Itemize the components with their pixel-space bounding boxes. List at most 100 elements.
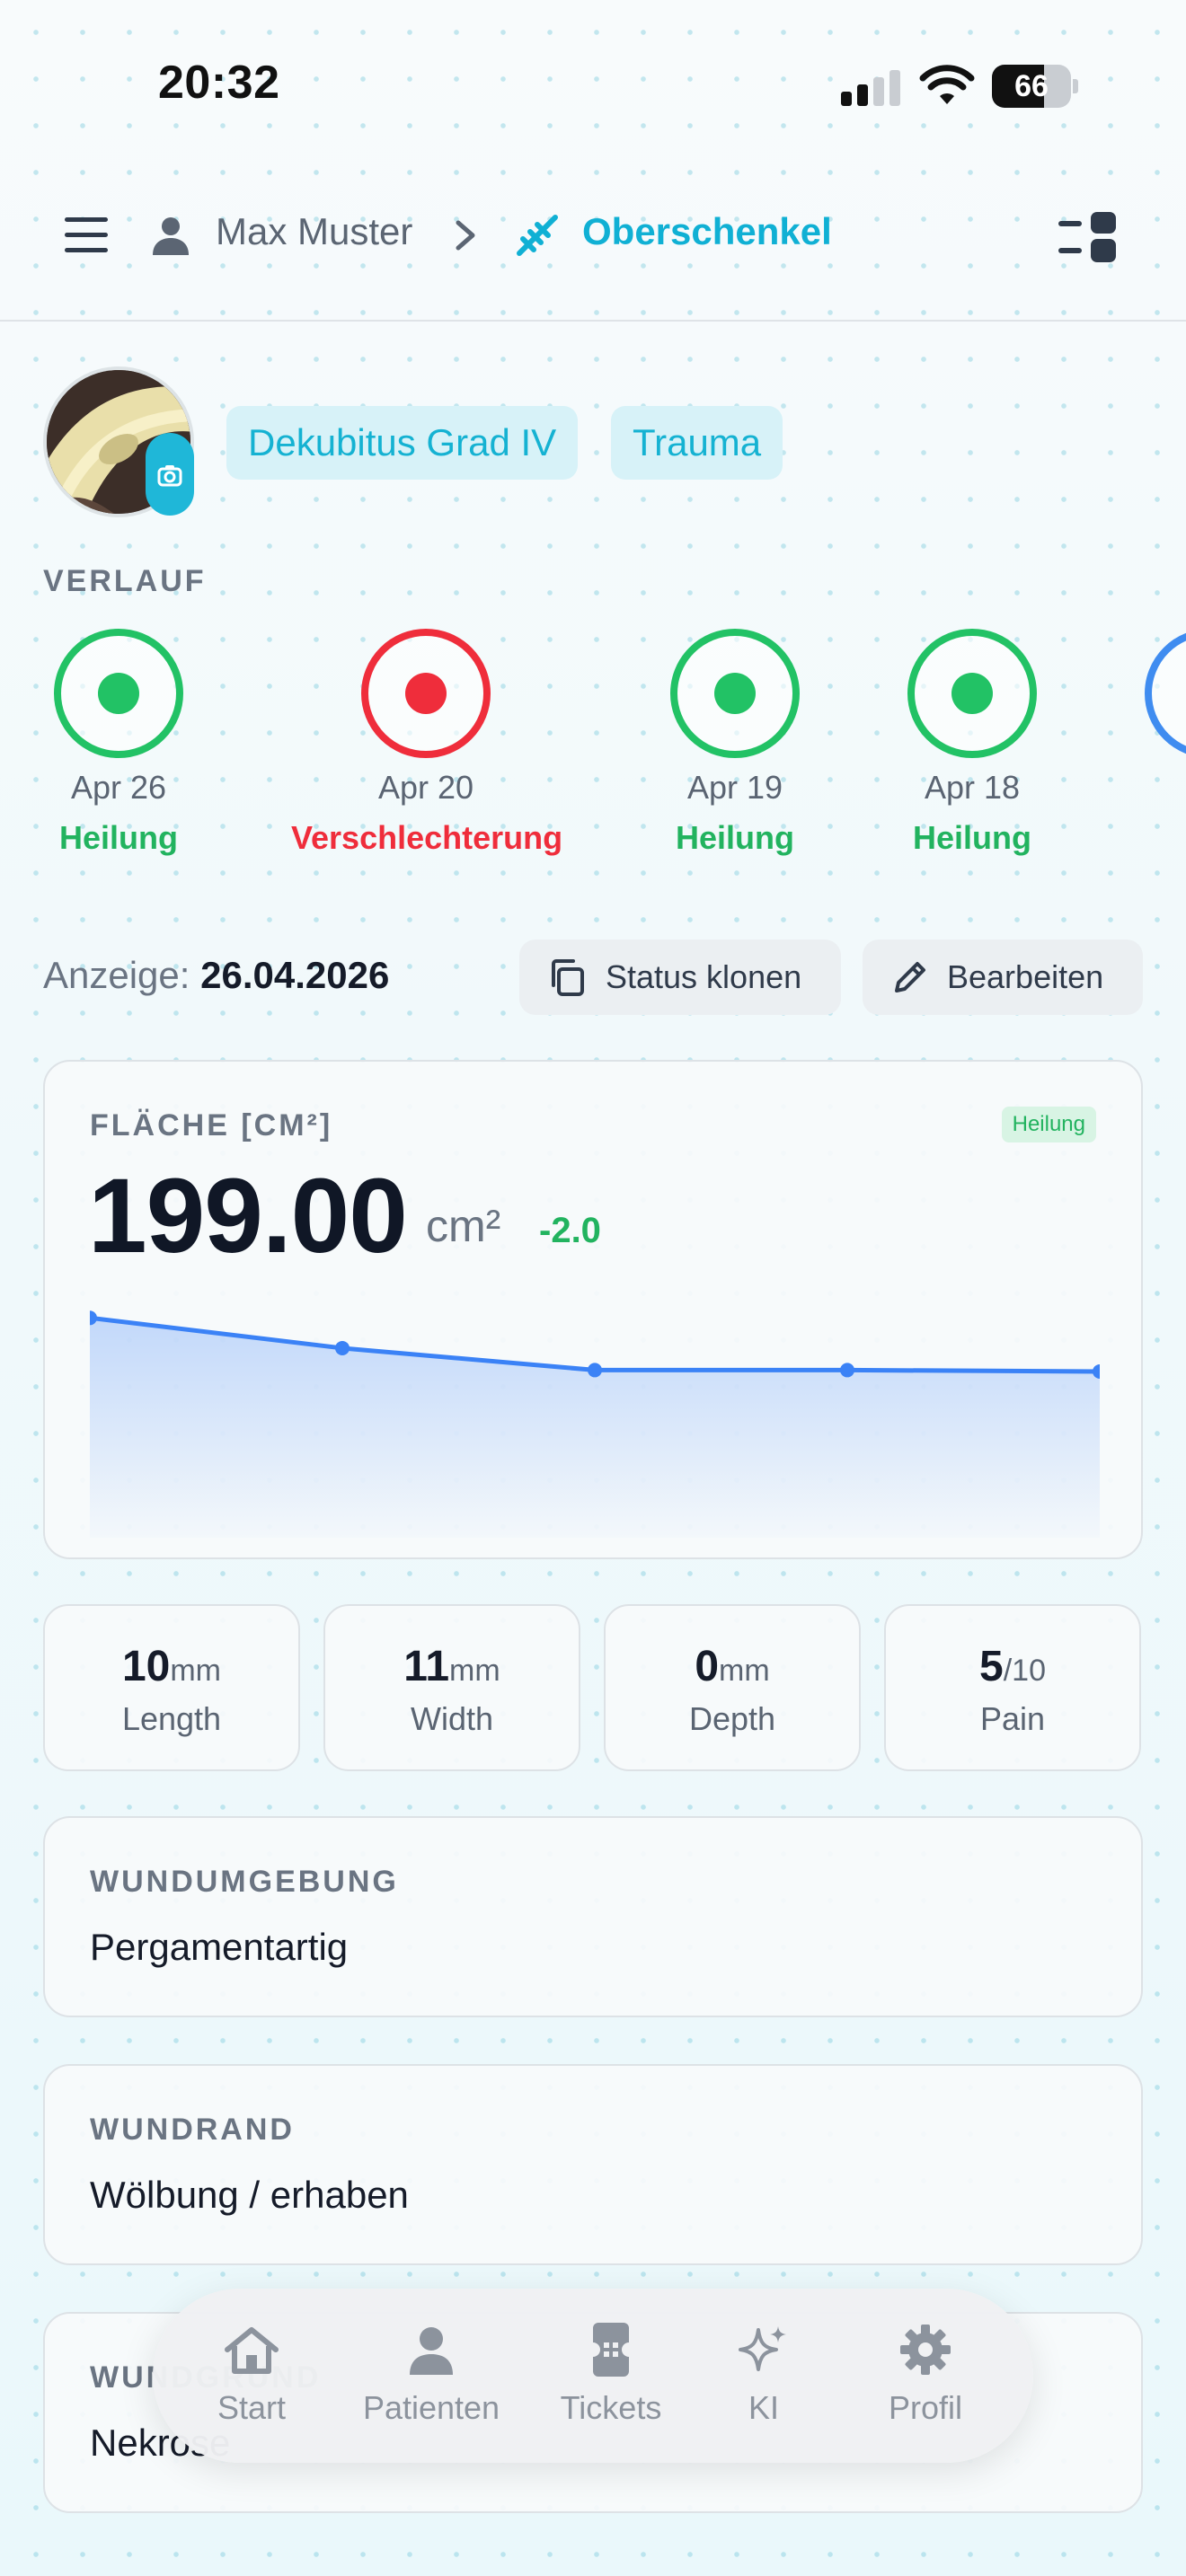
area-trend-chart [90,1310,1100,1538]
breadcrumb-location[interactable]: Oberschenkel [582,210,832,253]
tab-label: Tickets [560,2389,662,2426]
timeline-status: Heilung [59,819,178,856]
chart-area-fill [90,1318,1100,1538]
tab-tickets[interactable]: Tickets [539,2323,683,2427]
status-bar: 20:32 66 [0,0,1186,162]
timeline-item[interactable]: A S [1075,629,1186,857]
bandage-icon [517,215,558,256]
camera-icon [157,465,182,487]
sparkle-icon [739,2326,786,2371]
timeline-item[interactable]: Apr 18 Heilung [837,629,1107,857]
chart-point [588,1363,602,1378]
wound-cause-tag: Trauma [611,406,783,480]
edit-button[interactable]: Bearbeiten [863,940,1143,1015]
timeline-dot [405,673,447,714]
timeline-status: S [1075,819,1186,857]
edit-label: Bearbeiten [947,958,1104,995]
tab-label: KI [748,2389,779,2426]
wound-surroundings-card[interactable]: WUNDUMGEBUNG Pergamentartig [43,1816,1143,2017]
timeline-ring [670,629,800,758]
metric-value: 10 [121,1643,171,1690]
metric-label: Length [121,1700,222,1737]
ticket-icon [593,2323,629,2377]
area-title: FLÄCHE [CM²] [90,1108,333,1142]
timeline-date: Apr 26 [70,769,167,806]
person-icon [410,2327,453,2375]
display-date: 26.04.2026 [200,954,390,996]
tab-label: Patienten [362,2389,500,2426]
timeline-dot [98,673,139,714]
timeline-ring [54,629,183,758]
person-icon [153,217,189,255]
timeline-dot [714,673,756,714]
home-icon [225,2327,279,2374]
layout-toggle-icon[interactable] [1058,212,1118,262]
copy-icon [552,959,584,996]
battery-indicator: 66 [992,65,1078,108]
timeline-date: Apr 19 [686,769,783,806]
timeline-ring [361,629,491,758]
metric-value: 0 [695,1643,720,1690]
area-status-badge: Heilung [1001,1107,1096,1142]
display-date-row: Anzeige: 26.04.2026 [43,954,389,997]
metric-value: 5 [979,1643,1004,1690]
metric-unit: mm [170,1654,222,1688]
metric-unit: mm [719,1654,770,1688]
timeline-date: Apr 20 [377,769,474,806]
section-title: WUNDUMGEBUNG [90,1865,399,1899]
breadcrumb-patient[interactable]: Max Muster [216,210,412,253]
tab-profil[interactable]: Profil [845,2323,1006,2427]
timeline-status: Verschlechterung [291,819,563,856]
status-time: 20:32 [158,57,280,109]
nav-header: Max Muster Oberschenkel [0,180,1186,322]
timeline-item[interactable]: Apr 20 Verschlechterung [291,629,563,857]
section-title: WUNDRAND [90,2113,295,2147]
tab-patienten[interactable]: Patienten [341,2323,521,2427]
timeline-ring [1145,629,1186,758]
display-label: Anzeige: [43,954,190,996]
wound-type-tag: Dekubitus Grad IV [226,406,579,480]
timeline-ring [907,629,1037,758]
metric-label: Width [410,1700,494,1737]
area-delta: -2.0 [539,1211,601,1250]
metric-unit: /10 [1003,1654,1046,1688]
area-card: FLÄCHE [CM²] Heilung 199.00 cm² -2.0 [43,1060,1143,1559]
clone-status-label: Status klonen [606,958,802,995]
chevron-right-icon [456,220,475,251]
clone-status-button[interactable]: Status klonen [519,940,841,1015]
timeline-status: Heilung [676,819,794,856]
metric-pain: 5/10 Pain [884,1604,1141,1771]
metric-depth: 0mm Depth [604,1604,861,1771]
section-value: Wölbung / erhaben [90,2174,409,2216]
section-value: Pergamentartig [90,1926,349,1968]
area-unit: cm² [426,1201,501,1251]
tab-start[interactable]: Start [180,2323,323,2427]
metric-unit: mm [449,1654,500,1688]
tab-bar: Start Patienten Tickets KI Profil [153,2289,1033,2463]
tab-label: Profil [888,2389,963,2426]
metric-length: 10mm Length [43,1604,300,1771]
metric-label: Depth [688,1700,776,1737]
timeline-date: A [1075,769,1186,807]
wound-edge-card[interactable]: WUNDRAND Wölbung / erhaben [43,2064,1143,2265]
gear-icon [900,2325,951,2375]
timeline-status: Heilung [913,819,1031,856]
timeline-item[interactable]: Apr 19 Heilung [600,629,870,857]
chart-point [840,1363,854,1378]
metric-value: 11 [403,1643,450,1690]
battery-percent: 66 [1014,69,1049,103]
chart-point [335,1340,350,1355]
tab-label: Start [217,2389,287,2426]
metric-width: 11mm Width [323,1604,580,1771]
wifi-icon [919,65,975,104]
camera-button[interactable] [146,433,194,516]
pencil-icon [895,962,925,992]
area-value: 199.00 [88,1157,408,1275]
menu-icon[interactable] [65,217,108,253]
timeline: Apr 26 Heilung Apr 20 Verschlechterung A… [0,629,1186,880]
cellular-signal-icon [841,70,900,106]
metric-label: Pain [979,1700,1046,1737]
timeline-dot [951,673,993,714]
timeline-item[interactable]: Apr 26 Heilung [0,629,253,857]
tab-ki[interactable]: KI [710,2323,818,2427]
